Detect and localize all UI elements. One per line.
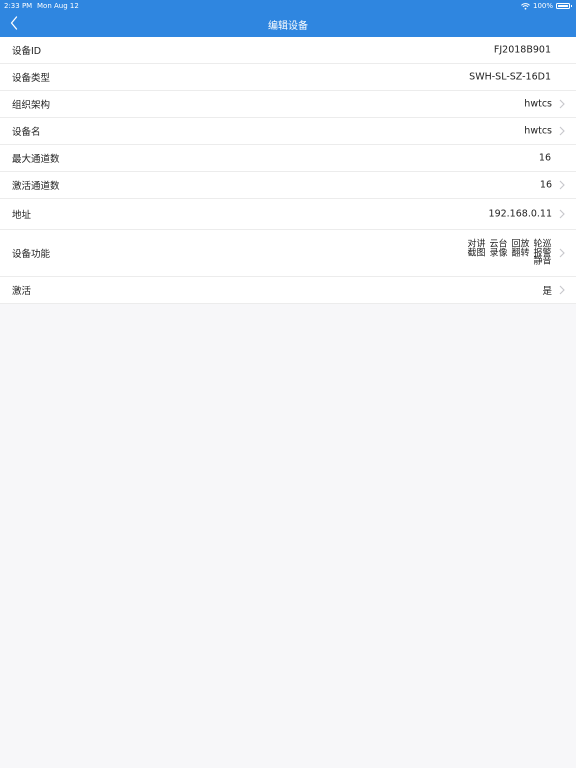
max-channels-label: 最大通道数 xyxy=(12,154,60,165)
row-organization[interactable]: 组织架构 hwtcs xyxy=(0,91,576,118)
chevron-right-icon xyxy=(558,285,566,295)
device-functions-value: 对讲 截图 云台 录像 回放 翻转 轮巡 报警 静音 xyxy=(467,240,552,266)
chevron-right-icon xyxy=(558,180,566,190)
max-channels-value: 16 xyxy=(538,152,551,164)
device-name-label: 设备名 xyxy=(12,127,41,138)
function-item: 静音 xyxy=(533,256,552,267)
activate-value: 是 xyxy=(542,286,552,297)
device-id-label: 设备ID xyxy=(12,46,42,57)
organization-label: 组织架构 xyxy=(12,100,51,111)
function-item: 录像 xyxy=(489,247,508,258)
row-activate[interactable]: 激活 是 xyxy=(0,277,576,304)
row-device-functions[interactable]: 设备功能 对讲 截图 云台 录像 回放 翻转 轮巡 报警 静音 xyxy=(0,230,576,277)
device-type-value: SWH-SL-SZ-16D1 xyxy=(469,71,551,83)
function-item: 截图 xyxy=(467,247,486,258)
activate-label: 激活 xyxy=(12,286,32,297)
row-device-id: 设备ID FJ2018B901 xyxy=(0,37,576,64)
device-form: 设备ID FJ2018B901 设备类型 SWH-SL-SZ-16D1 组织架构… xyxy=(0,37,576,304)
chevron-right-icon xyxy=(558,126,566,136)
row-device-name[interactable]: 设备名 hwtcs xyxy=(0,118,576,145)
battery-icon xyxy=(556,3,572,9)
function-column: 轮巡 报警 静音 xyxy=(533,240,552,266)
status-bar: 2:33 PM Mon Aug 12 100% xyxy=(0,0,576,12)
device-name-value: hwtcs xyxy=(524,125,552,137)
active-channels-value: 16 xyxy=(539,179,552,191)
chevron-right-icon xyxy=(558,99,566,109)
device-functions-label: 设备功能 xyxy=(12,249,51,260)
function-column: 回放 翻转 xyxy=(511,240,530,257)
status-date: Mon Aug 12 xyxy=(37,2,79,10)
status-time: 2:33 PM xyxy=(4,2,33,10)
status-right: 100% xyxy=(521,0,572,12)
row-address[interactable]: 地址 192.168.0.11 xyxy=(0,199,576,230)
chevron-right-icon xyxy=(558,248,566,258)
active-channels-label: 激活通道数 xyxy=(12,181,60,192)
organization-value: hwtcs xyxy=(524,98,552,110)
wifi-icon xyxy=(521,2,530,10)
row-max-channels: 最大通道数 16 xyxy=(0,145,576,172)
address-label: 地址 xyxy=(12,210,32,221)
chevron-right-icon xyxy=(558,209,566,219)
row-active-channels[interactable]: 激活通道数 16 xyxy=(0,172,576,199)
function-item: 翻转 xyxy=(511,247,530,258)
function-column: 云台 录像 xyxy=(489,240,508,257)
function-column: 对讲 截图 xyxy=(467,240,486,257)
row-device-type: 设备类型 SWH-SL-SZ-16D1 xyxy=(0,64,576,91)
battery-percentage: 100% xyxy=(532,2,553,10)
device-id-value: FJ2018B901 xyxy=(493,44,551,56)
device-type-label: 设备类型 xyxy=(12,73,51,84)
address-value: 192.168.0.11 xyxy=(488,208,552,220)
navigation-bar: 编辑设备 xyxy=(0,12,576,38)
